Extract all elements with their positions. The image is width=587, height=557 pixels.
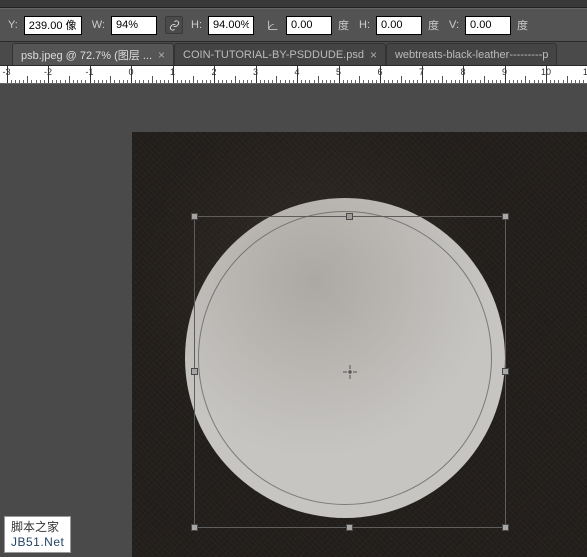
document-tabs: psb.jpeg @ 72.7% (图层 ... × COIN-TUTORIAL… [0,42,587,66]
ruler-tick-label: 1 [170,67,175,77]
watermark-line2: JB51.Net [11,535,64,549]
tab-0[interactable]: psb.jpeg @ 72.7% (图层 ... × [12,43,174,65]
ruler-tick-label: 3 [253,67,258,77]
ruler-tick-label: 7 [419,67,424,77]
tab-1[interactable]: COIN-TUTORIAL-BY-PSDDUDE.psd × [174,43,386,65]
tab-label: COIN-TUTORIAL-BY-PSDDUDE.psd [183,49,364,61]
transform-handle-bm[interactable] [346,524,353,531]
vskew-label: V: [449,19,459,31]
h-input[interactable] [208,16,254,35]
angle-input[interactable] [286,16,332,35]
ruler-tick-label: 11 [583,67,587,77]
canvas-viewport[interactable] [0,84,587,557]
y-input[interactable] [24,16,82,35]
close-icon[interactable]: × [158,48,165,62]
horizontal-ruler[interactable]: -3 -2 -1 0 1 2 3 4 5 6 7 8 9 10 11 [0,66,587,84]
tab-label: psb.jpeg @ 72.7% (图层 ... [21,47,152,63]
leather-texture-layer [132,132,587,557]
ruler-tick-label: -1 [85,67,93,77]
angle-unit: 度 [338,17,349,33]
coin-shape-outer [185,198,505,518]
close-icon[interactable]: × [370,48,377,62]
transform-options-bar: Y: W: H: 度 H: 度 V: 度 [0,8,587,42]
menu-bar [0,0,587,8]
vskew-input[interactable] [465,16,511,35]
w-label: W: [92,19,105,31]
transform-handle-bl[interactable] [191,524,198,531]
free-transform-bounding-box[interactable] [194,216,506,528]
transform-handle-br[interactable] [502,524,509,531]
transform-center-icon[interactable] [343,365,357,379]
ruler-tick-label: 2 [211,67,216,77]
watermark-line1: 脚本之家 [11,520,64,534]
ruler-tick-label: 4 [294,67,299,77]
ruler-tick-label: -3 [2,67,10,77]
coin-shape-inner-ring [198,211,492,505]
h-label: H: [191,19,202,31]
ruler-tick-label: -2 [44,67,52,77]
ruler-tick-label: 8 [460,67,465,77]
hskew-unit: 度 [428,17,439,33]
hskew-input[interactable] [376,16,422,35]
transform-handle-mr[interactable] [502,368,509,375]
w-input[interactable] [111,16,157,35]
ruler-tick-label: 9 [502,67,507,77]
tab-2[interactable]: webtreats-black-leather---------p [386,43,557,65]
ruler-tick-label: 0 [128,67,133,77]
y-label: Y: [8,19,18,31]
hskew-label: H: [359,19,370,31]
link-aspect-icon[interactable] [165,16,183,34]
ruler-tick-label: 5 [336,67,341,77]
transform-handle-tl[interactable] [191,213,198,220]
ruler-tick-label: 10 [541,67,551,77]
angle-icon [266,18,280,32]
transform-handle-tr[interactable] [502,213,509,220]
vskew-unit: 度 [517,17,528,33]
tab-label: webtreats-black-leather---------p [395,49,548,61]
watermark: 脚本之家 JB51.Net [4,516,71,553]
transform-handle-ml[interactable] [191,368,198,375]
ruler-tick-label: 6 [377,67,382,77]
document-canvas[interactable] [132,132,587,557]
transform-handle-tm[interactable] [346,213,353,220]
